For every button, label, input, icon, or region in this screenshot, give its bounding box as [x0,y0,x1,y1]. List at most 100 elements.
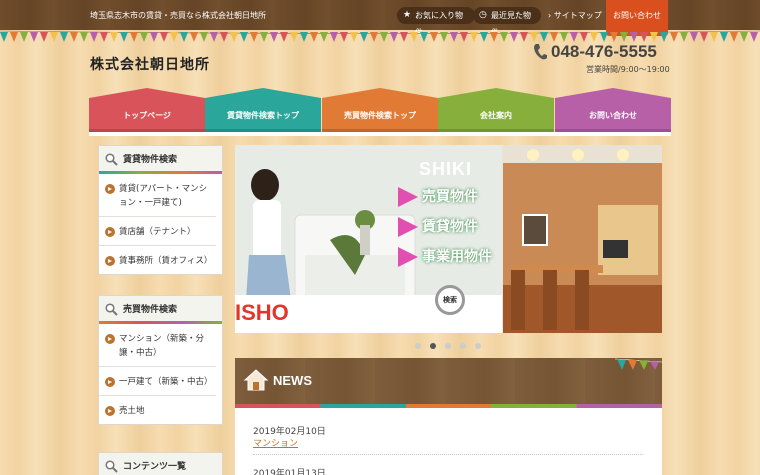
recently-viewed-button[interactable]: ◷ 最近見た物件 [473,7,541,37]
bunting-flag [10,32,18,42]
favorites-button[interactable]: ★ お気に入り物件 [397,7,475,37]
star-icon: ★ [403,10,412,20]
bunting-flag [200,32,208,42]
bunting-flag [290,32,298,42]
bunting-flag [60,32,68,42]
bunting-flag [530,32,538,42]
bunting-flag [620,32,628,42]
sidebar-item-label: 一戸建て（新築・中古） [119,377,213,387]
bunting-flag [220,32,228,42]
news-category-link[interactable]: マンション [253,436,298,449]
triangle-icon [398,187,418,207]
bunting-flag [250,32,258,42]
bunting-flag [230,32,238,42]
nav-contact[interactable]: お問い合わせ [555,88,671,132]
bunting-flag [90,32,98,42]
phone-icon [534,44,547,60]
slide-menu-sale[interactable]: 売買物件 [396,185,478,209]
nav-underline [89,132,671,136]
bunting-flag [270,32,278,42]
kitchen-illustration [503,145,662,333]
bunting-flag [140,32,148,42]
bunting-flag [330,32,338,42]
bunting-flag [130,32,138,42]
bunting-flag [660,32,668,42]
phone-number[interactable]: 048-476-5555 [551,42,657,62]
bunting-flag [450,32,458,42]
slider-dot[interactable] [460,343,466,349]
nav-label: トップページ [123,111,171,120]
nav-company[interactable]: 会社案内 [438,88,554,132]
bunting-flag [690,32,698,42]
search-icon [105,460,118,473]
bunting-flag [340,32,348,42]
sidebar-contents-title: コンテンツ一覧 [123,462,187,472]
company-name[interactable]: 株式会社朝日地所 [90,54,210,74]
hero-slider[interactable]: SHIKI 売買物件 賃貸物件 事業用物件 検索 ISHO [235,145,662,333]
business-hours: 営業時間/9:00～19:00 [586,65,670,74]
main-nav: トップページ 賃貸物件検索トップ 売買物件検索トップ 会社案内 お問い合わせ [89,88,671,132]
slider-dot[interactable] [475,343,481,349]
nav-sale-search[interactable]: 売買物件検索トップ [322,88,438,132]
sitemap-link[interactable]: › サイトマップ [548,10,602,21]
sidebar-item-sale-house[interactable]: 一戸建て（新築・中古） [99,367,216,396]
bunting-flag [510,32,518,42]
nav-top-page[interactable]: トップページ [89,88,205,132]
sidebar-item-label: マンション（新築・分譲・中古） [119,334,205,358]
sidebar-item-rental-office[interactable]: 賃事務所（賃オフィス） [99,246,216,274]
bunting-flag [590,32,598,42]
bunting-flag [700,32,708,42]
news-date: 2019年01月13日 [253,469,326,475]
bunting-flag [180,32,188,42]
bunting-flag [280,32,288,42]
bunting-flag [730,32,738,42]
bunting-flag [310,32,318,42]
bunting-flag [420,32,428,42]
bunting-flag [610,32,618,42]
arrow-icon [105,334,115,344]
sidebar-item-sale-mansion[interactable]: マンション（新築・分譲・中古） [99,324,216,367]
bunting-flag [600,32,608,42]
nav-rental-search[interactable]: 賃貸物件検索トップ [205,88,321,132]
slide-search-button[interactable]: 検索 [435,285,465,315]
slider-dot-active[interactable] [430,343,436,349]
nav-label: お問い合わせ [589,111,637,120]
bunting-flag [240,32,248,42]
bunting-flag [20,32,28,42]
bunting-flag [490,32,498,42]
bunting-flag [470,32,478,42]
bunting-flag [80,32,88,42]
search-icon [105,153,118,166]
bunting-flag [40,32,48,42]
sidebar-contents-header: コンテンツ一覧 [99,453,222,475]
bunting-flag [150,32,158,42]
nav-label: 売買物件検索トップ [344,111,416,120]
arrow-icon [105,377,115,387]
slide-menu-rental[interactable]: 賃貸物件 [396,215,478,239]
sidebar-item-rental-residential[interactable]: 賃貸(アパート・マンション・一戸建て) [99,174,216,217]
slider-dot[interactable] [415,343,421,349]
bunting-flag [350,32,358,42]
slide-menu-business[interactable]: 事業用物件 [396,245,492,269]
sidebar-item-sale-land[interactable]: 売土地 [99,396,216,424]
house-icon [243,369,269,391]
bunting-flag [580,32,588,42]
search-icon [105,303,118,316]
sidebar-sale-header: 売買物件検索 [99,296,222,324]
sidebar-rental-box: 賃貸物件検索 賃貸(アパート・マンション・一戸建て) 賃店舗（テナント） 賃事務… [98,145,223,275]
bunting-flag [500,32,508,42]
sidebar-item-rental-shop[interactable]: 賃店舗（テナント） [99,217,216,246]
arrow-icon [105,406,115,416]
nav-label: 賃貸物件検索トップ [227,111,299,120]
sidebar-rental-header: 賃貸物件検索 [99,146,222,174]
bunting-flag [320,32,328,42]
slider-dot[interactable] [445,343,451,349]
triangle-icon [398,217,418,237]
news-header: NEWS [235,358,662,408]
bunting-flag [110,32,118,42]
sidebar-item-label: 賃店舗（テナント） [119,227,196,237]
slide-kitchen [503,145,662,333]
bunting-flag [260,32,268,42]
bunting-flag [710,32,718,42]
news-title: NEWS [273,373,312,388]
